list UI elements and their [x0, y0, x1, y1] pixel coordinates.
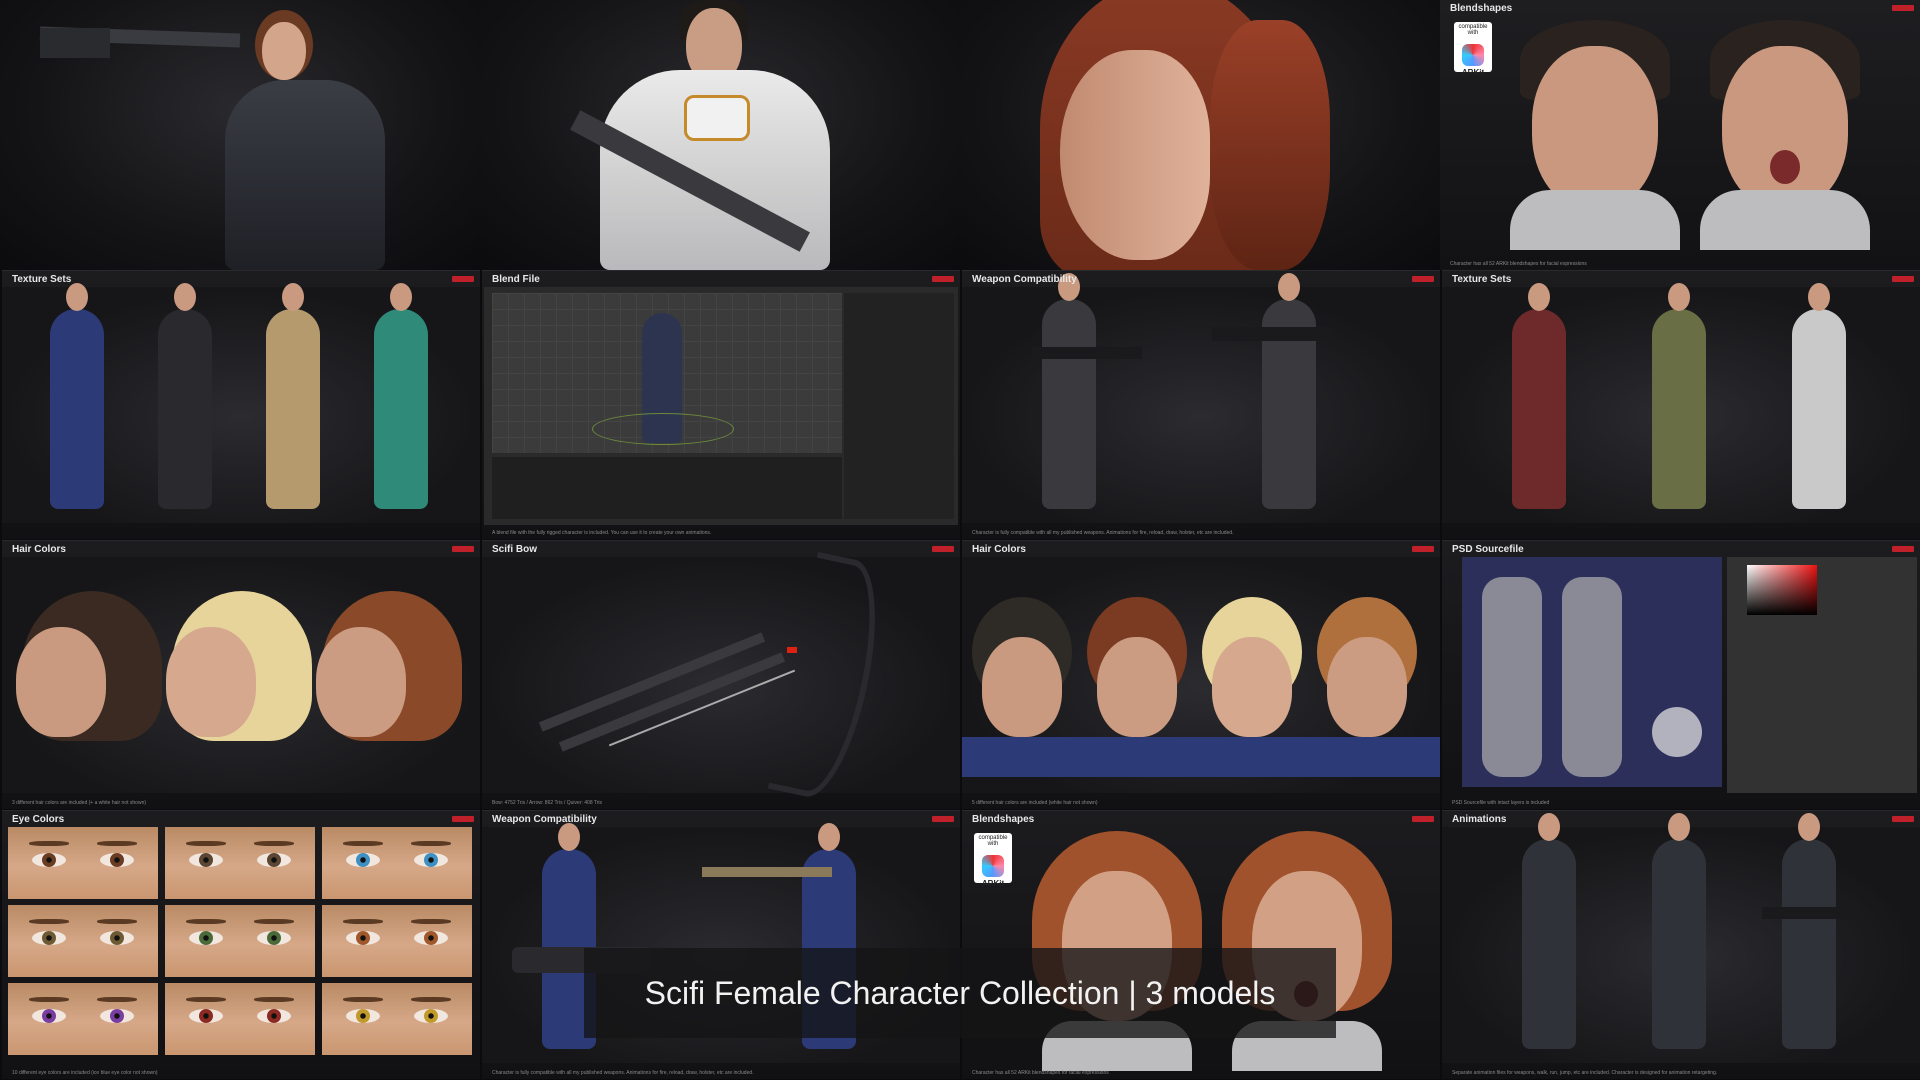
- tile-scifi-bow: Scifi Bow Bow: 4752 Tris / Arrow: 862 Tr…: [482, 540, 960, 809]
- tile-title: Eye Colors: [12, 814, 65, 825]
- hero-portrait-image: [960, 0, 1440, 270]
- tile-blend-file: Blend File A blend file with the fully r…: [482, 270, 960, 539]
- tile-caption: 5 different hair colors are included (wh…: [972, 800, 1098, 806]
- title-banner: Scifi Female Character Collection | 3 mo…: [584, 948, 1336, 1038]
- tile-title: Weapon Compatibility: [492, 814, 597, 825]
- tile-caption: 3 different hair colors are included (+ …: [12, 800, 147, 806]
- blender-viewport: [492, 293, 842, 453]
- tile-texture-sets-2: Texture Sets: [1442, 270, 1920, 539]
- character-variant-teal: [374, 283, 428, 509]
- arkit-top-text: compatible with: [1458, 24, 1488, 36]
- eye-color-sample: [322, 983, 472, 1055]
- texture-uv-map: [1462, 557, 1722, 787]
- tile-caption: Separate animation files for weapons, wa…: [1452, 1070, 1718, 1076]
- bow-shape: [767, 551, 893, 805]
- character-idle-pose: [1652, 813, 1706, 1049]
- arkit-label: ARKit: [1461, 68, 1485, 77]
- character-variant-blue: [50, 283, 104, 509]
- tile-hair-colors-2: Hair Colors 5 different hair colors are …: [962, 540, 1440, 809]
- collection-collage: Blendshapes compatible with ARKit Charac…: [0, 0, 1920, 1080]
- arkit-badge: compatible with ARKit: [1454, 22, 1492, 77]
- brand-badge: [1412, 276, 1434, 282]
- tile-title: Hair Colors: [972, 544, 1026, 555]
- photoshop-panel: [1727, 557, 1917, 793]
- tile-caption: Bow: 4752 Tris / Arrow: 862 Tris / Quive…: [492, 800, 603, 806]
- eye-color-sample: [165, 827, 315, 899]
- tile-title: Blendshapes: [972, 814, 1035, 825]
- eye-color-sample: [322, 827, 472, 899]
- brand-badge: [452, 816, 474, 822]
- character-variant-tan: [266, 283, 320, 509]
- hero-gunner-image: [0, 0, 480, 270]
- tile-title: Blend File: [492, 274, 540, 285]
- hero-armored-image: [480, 0, 960, 270]
- tile-psd-sourcefile: PSD Sourcefile PSD Sourcefile with intac…: [1442, 540, 1920, 809]
- brand-badge: [1892, 276, 1914, 282]
- arkit-badge: compatible with ARKit: [974, 833, 1012, 888]
- eye-color-sample: [8, 905, 158, 977]
- brand-badge: [452, 276, 474, 282]
- brand-badge: [932, 546, 954, 552]
- tile-caption: 10 different eye colors are included (ic…: [12, 1070, 158, 1076]
- tile-title: Texture Sets: [12, 274, 72, 285]
- arkit-top-text: compatible with: [978, 835, 1008, 847]
- tile-caption: Character is fully compatible with all m…: [492, 1070, 754, 1076]
- blender-timeline: [492, 457, 842, 519]
- arkit-icon: [982, 855, 1004, 877]
- tile-weapon-compatibility-1: Weapon Compatibility Character is fully …: [962, 270, 1440, 539]
- eye-color-sample: [165, 983, 315, 1055]
- brand-badge: [452, 546, 474, 552]
- eye-color-sample: [8, 983, 158, 1055]
- brand-badge: [1892, 546, 1914, 552]
- brand-badge: [1412, 546, 1434, 552]
- color-picker: [1747, 565, 1817, 615]
- brand-badge: [1892, 5, 1914, 11]
- arrow-shape: [608, 669, 796, 747]
- tile-caption: Character has all 52 ARKit blendshapes f…: [1450, 261, 1587, 267]
- tile-hair-colors-1: Hair Colors 3 different hair colors are …: [2, 540, 480, 809]
- hero-blendshapes-panel: Blendshapes compatible with ARKit Charac…: [1440, 0, 1920, 270]
- tile-caption: PSD Sourcefile with intact layers is inc…: [1452, 800, 1550, 806]
- tile-eye-colors: Eye Colors 10 different eye colors are i…: [2, 810, 480, 1079]
- blender-properties-panel: [844, 293, 954, 519]
- character-pistol-pose: [1522, 813, 1576, 1049]
- tile-caption: A blend file with the fully rigged chara…: [492, 530, 712, 536]
- tile-texture-sets-1: Texture Sets: [2, 270, 480, 539]
- eye-color-grid: [8, 827, 478, 1063]
- tile-title: Texture Sets: [1452, 274, 1512, 285]
- tile-title: Blendshapes: [1450, 3, 1513, 14]
- brand-badge: [1412, 816, 1434, 822]
- collection-title: Scifi Female Character Collection | 3 mo…: [644, 974, 1276, 1011]
- tile-animations: Animations Separate animation files for …: [1442, 810, 1920, 1079]
- arkit-icon: [1462, 44, 1484, 66]
- tile-title: Animations: [1452, 814, 1507, 825]
- tile-title: PSD Sourcefile: [1452, 544, 1524, 555]
- tile-title: Hair Colors: [12, 544, 66, 555]
- character-rifle-idle-pose: [1782, 813, 1836, 1049]
- tile-blendshapes-2: Blendshapes compatible with ARKit Charac…: [962, 810, 1440, 1079]
- character-variant-white: [1792, 283, 1846, 509]
- tile-title: Scifi Bow: [492, 544, 538, 555]
- character-variant-black: [158, 283, 212, 509]
- character-rifle-pose: [1042, 273, 1096, 509]
- tile-title: Weapon Compatibility: [972, 274, 1077, 285]
- eye-color-sample: [8, 827, 158, 899]
- tile-caption: Character has all 52 ARKit blendshapes f…: [972, 1070, 1109, 1076]
- eye-color-sample: [165, 905, 315, 977]
- tile-caption: Character is fully compatible with all m…: [972, 530, 1234, 536]
- character-variant-red: [1512, 283, 1566, 509]
- character-variant-olive: [1652, 283, 1706, 509]
- blender-screenshot: [484, 287, 958, 525]
- brand-badge: [932, 816, 954, 822]
- arkit-label: ARKit: [981, 879, 1005, 888]
- face-expression: [1700, 20, 1870, 250]
- brand-badge: [1892, 816, 1914, 822]
- tile-weapon-compatibility-2: Weapon Compatibility Character is fully …: [482, 810, 960, 1079]
- face-neutral: [1510, 20, 1680, 250]
- eye-color-sample: [322, 905, 472, 977]
- brand-badge: [932, 276, 954, 282]
